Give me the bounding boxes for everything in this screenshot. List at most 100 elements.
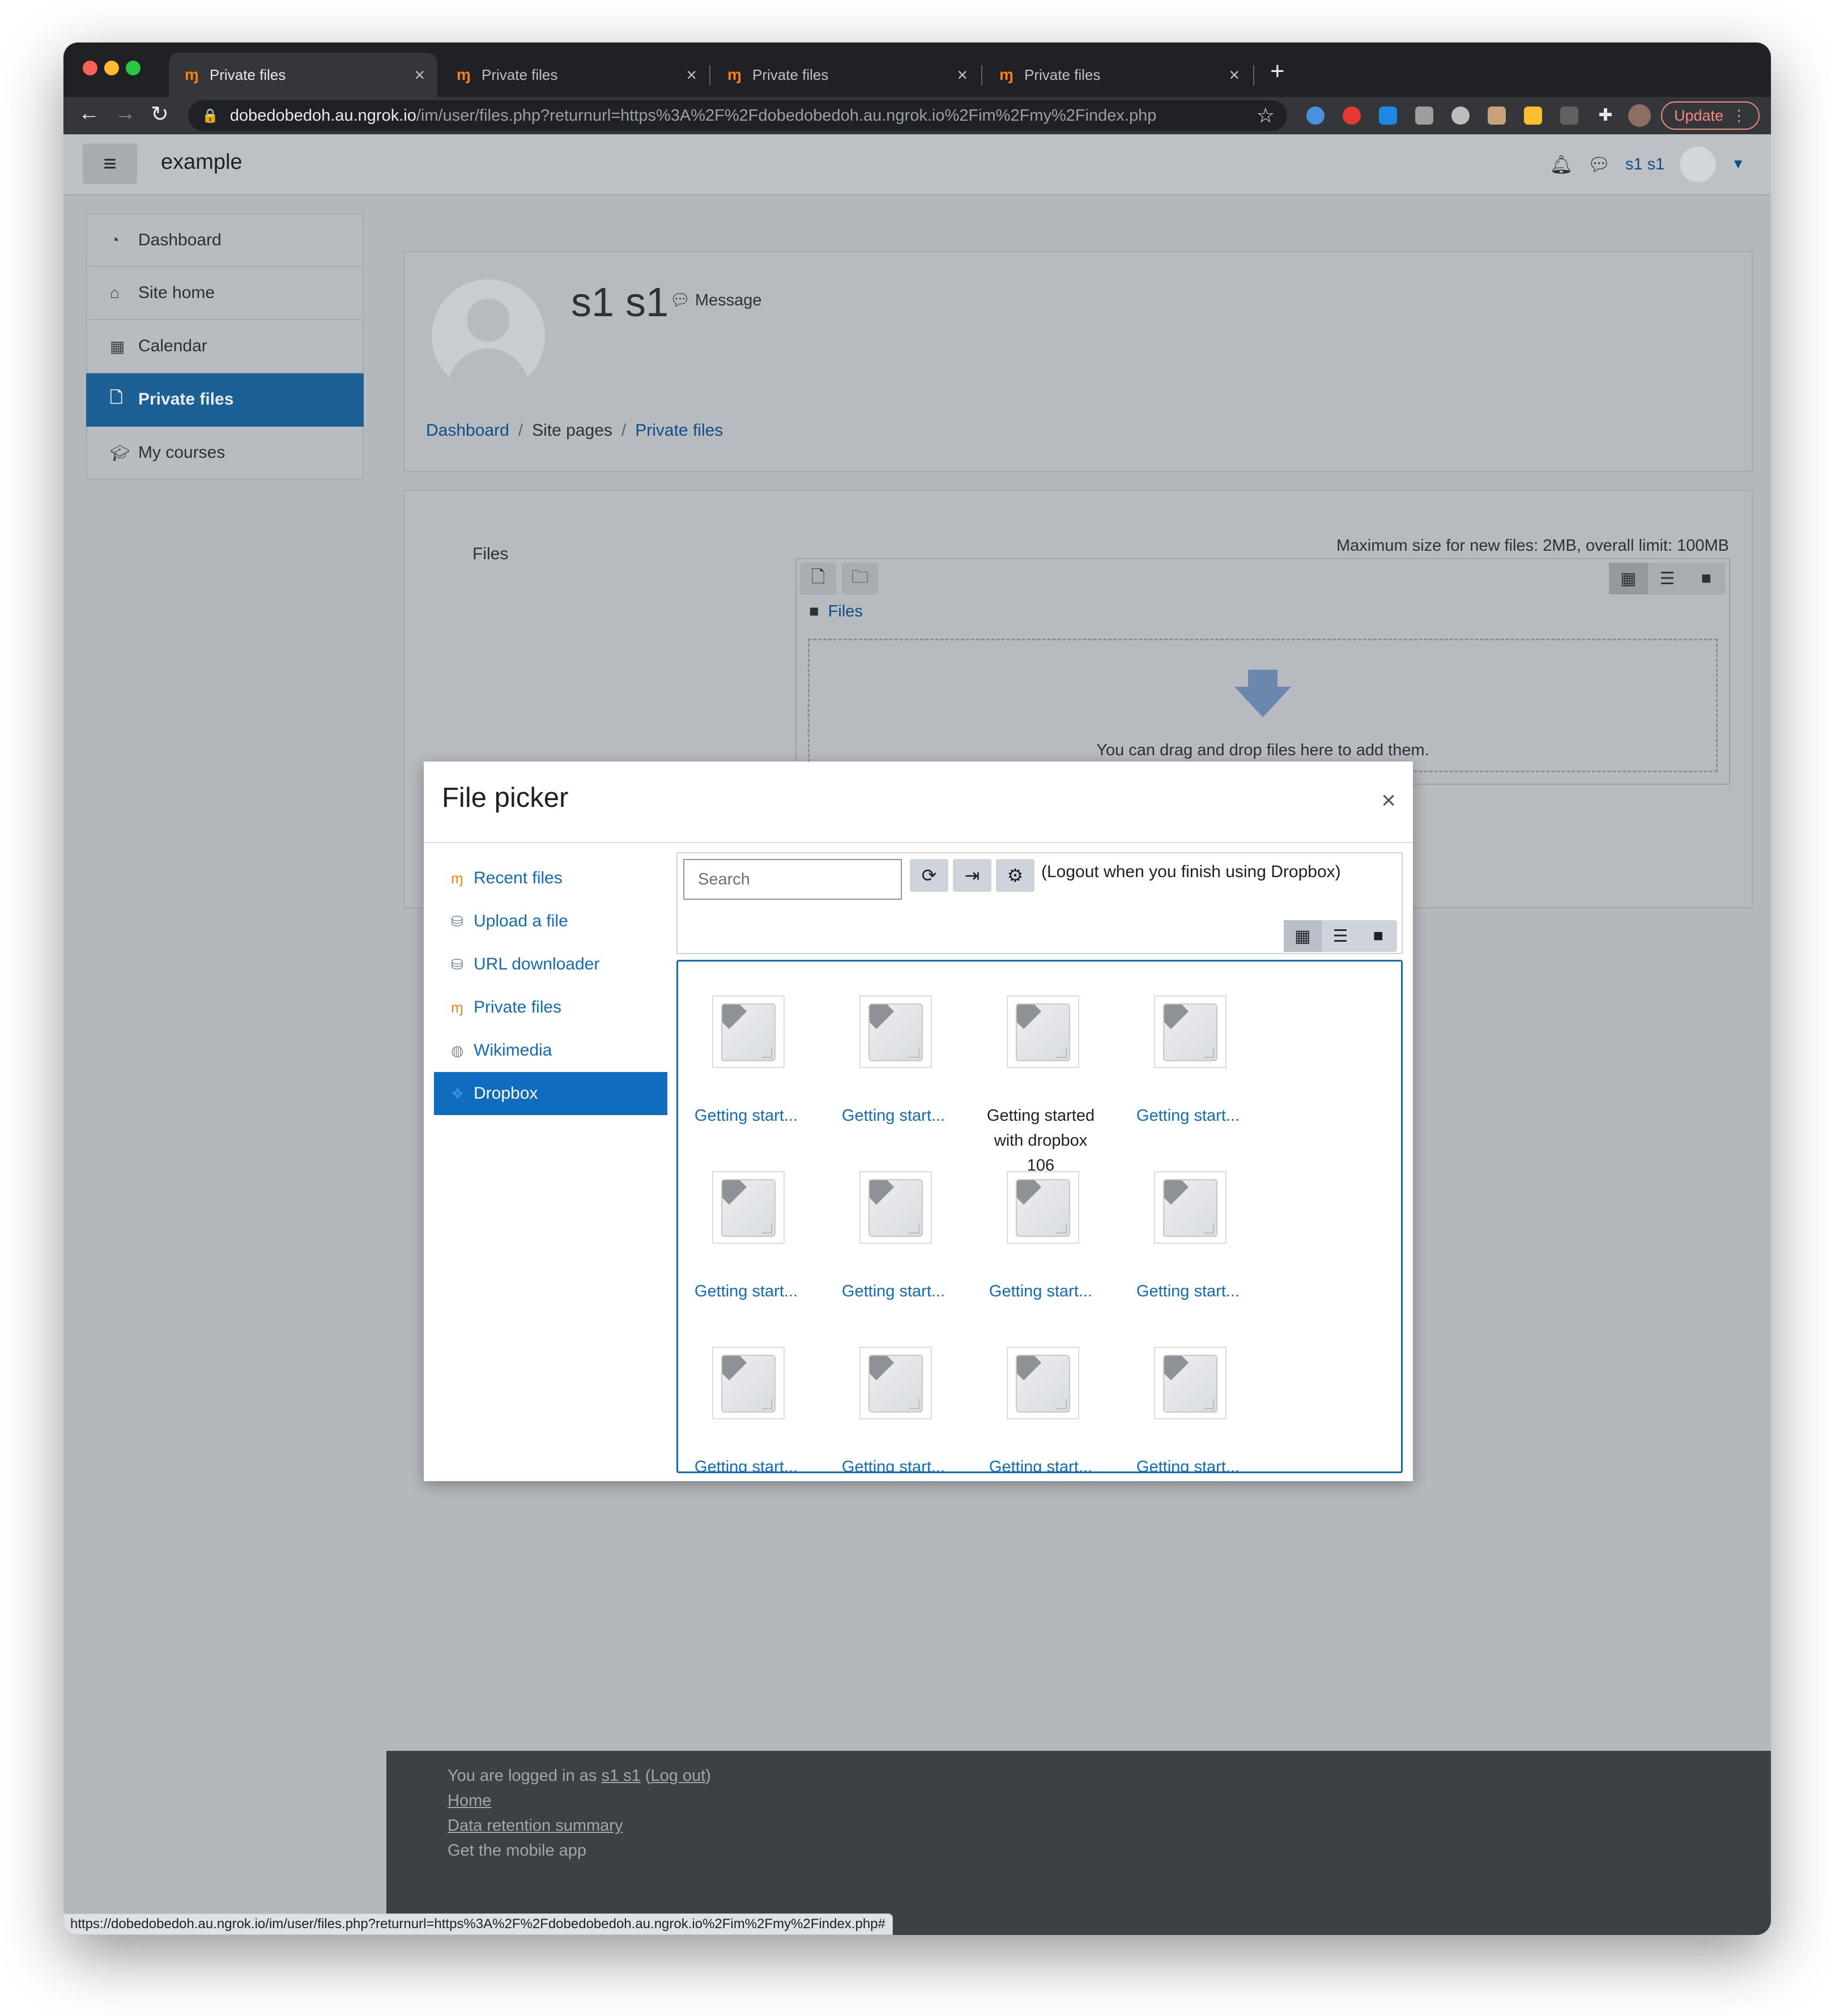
- page-footer: You are logged in as s1 s1 (Log out) Hom…: [386, 1751, 1771, 1935]
- file-picker-dialog: File picker × ɱ Recent files ⛁ Upload a fi…: [424, 762, 1413, 1481]
- message-button[interactable]: 💬︎ Message: [670, 291, 762, 310]
- close-tab-icon[interactable]: ×: [957, 65, 968, 86]
- breadcrumb-site-pages: Site pages: [532, 421, 612, 440]
- tree-view-folder-icon[interactable]: ■: [1687, 563, 1726, 594]
- footer-data-retention-link[interactable]: Data retention summary: [448, 1817, 623, 1835]
- file-thumbnail: [712, 1347, 785, 1419]
- chat-bubble-icon[interactable]: 💬︎: [1587, 154, 1611, 175]
- repo-wikimedia[interactable]: ◍ Wikimedia: [434, 1029, 667, 1072]
- update-button[interactable]: Update ⋮: [1661, 101, 1760, 130]
- site-name[interactable]: example: [161, 150, 242, 175]
- list-view-icon[interactable]: ☰: [1648, 563, 1687, 594]
- extension-icon-2[interactable]: [1343, 107, 1361, 125]
- refresh-button[interactable]: ⟳: [910, 859, 948, 892]
- repo-recent-files[interactable]: ɱ Recent files: [434, 857, 667, 900]
- file-icon: 🗋: [811, 567, 825, 586]
- file-thumbnail: [1007, 996, 1079, 1068]
- reload-icon[interactable]: ↻: [151, 101, 169, 127]
- extension-icon-4[interactable]: [1415, 107, 1433, 125]
- profile-avatar[interactable]: [1628, 104, 1651, 127]
- nav-item-private-files[interactable]: 🗋 Private files: [86, 373, 364, 427]
- nav-item-dashboard[interactable]: ◔ Dashboard: [86, 214, 364, 267]
- drop-zone[interactable]: You can drag and drop files here to add …: [808, 639, 1718, 772]
- drawer-toggle-button[interactable]: ≡: [83, 143, 137, 184]
- left-navigation: ◔ Dashboard ⌂ Site home ▦ Calendar 🗋 Private…: [86, 214, 364, 480]
- close-tab-icon[interactable]: ×: [414, 65, 425, 86]
- extension-icon-6[interactable]: [1488, 107, 1506, 125]
- breadcrumb-separator: /: [518, 421, 523, 440]
- minimize-window-button[interactable]: [104, 61, 119, 75]
- add-file-button[interactable]: 🗋: [800, 563, 836, 594]
- close-tab-icon[interactable]: ×: [686, 65, 697, 86]
- breadcrumb-dashboard[interactable]: Dashboard: [426, 421, 509, 440]
- user-avatar[interactable]: [1679, 146, 1717, 183]
- caret-down-icon[interactable]: ▼: [1731, 156, 1745, 172]
- moodle-icon: ɱ: [999, 66, 1014, 83]
- repo-url-downloader[interactable]: ⛁ URL downloader: [434, 943, 667, 986]
- extension-icon-5[interactable]: [1451, 107, 1470, 125]
- view-switcher: ▦ ☰ ■: [1609, 563, 1726, 594]
- breadcrumb-separator: /: [621, 421, 627, 440]
- logged-in-info: You are logged in as s1 s1 (Log out): [448, 1767, 711, 1785]
- footer-mobile-app-link[interactable]: Get the mobile app: [448, 1841, 586, 1860]
- extension-icon-7[interactable]: [1524, 107, 1542, 125]
- breadcrumb-private-files[interactable]: Private files: [635, 421, 723, 440]
- extension-icon-1[interactable]: [1306, 107, 1325, 125]
- tree-view-folder-icon[interactable]: ■: [1359, 920, 1397, 952]
- user-menu-name[interactable]: s1 s1: [1625, 155, 1664, 174]
- nav-item-my-courses[interactable]: 🎓︎ My courses: [86, 427, 364, 480]
- moodle-icon: ɱ: [451, 869, 463, 887]
- lock-icon: 🔒: [202, 108, 219, 124]
- page-header-card: s1 s1 💬︎ Message Dashboard / Site pages / Pr…: [403, 251, 1753, 472]
- address-bar[interactable]: 🔒 dobedobedoh.au.ngrok.io/im/user/files.…: [188, 100, 1287, 131]
- close-window-button[interactable]: [83, 61, 97, 75]
- hamburger-icon: ≡: [103, 151, 117, 176]
- footer-user-link[interactable]: s1 s1: [601, 1767, 640, 1785]
- settings-button[interactable]: ⚙: [996, 859, 1034, 892]
- bell-icon[interactable]: 🔔︎: [1550, 154, 1573, 175]
- browser-window: ɱ Private files × ɱ Private files × ɱ Pr…: [63, 42, 1771, 1935]
- browser-tab-2[interactable]: ɱ Private files ×: [441, 53, 709, 97]
- repo-upload-a-file[interactable]: ⛁ Upload a file: [434, 900, 667, 943]
- tab-separator: [709, 65, 710, 86]
- search-input[interactable]: Search: [683, 859, 902, 900]
- path-files-link[interactable]: Files: [828, 602, 863, 620]
- nav-item-site-home[interactable]: ⌂ Site home: [86, 267, 364, 320]
- close-tab-icon[interactable]: ×: [1229, 65, 1240, 86]
- dialog-title: File picker: [442, 782, 569, 813]
- create-folder-button[interactable]: 🗀: [842, 563, 878, 594]
- view-switcher: ▦ ☰ ■: [1284, 920, 1397, 952]
- kebab-menu-icon: ⋮: [1731, 107, 1747, 124]
- back-arrow-icon[interactable]: ←: [78, 101, 100, 126]
- browser-toolbar: ← → ↻ 🔒 dobedobedoh.au.ngrok.io/im/user/…: [63, 97, 1771, 134]
- footer-logout-link[interactable]: Log out: [650, 1767, 705, 1785]
- extension-icon-8[interactable]: [1560, 107, 1578, 125]
- close-icon[interactable]: ×: [1381, 786, 1396, 815]
- list-view-icon[interactable]: ☰: [1322, 920, 1360, 952]
- forward-arrow-icon[interactable]: →: [114, 101, 136, 126]
- browser-tab-1[interactable]: ɱ Private files ×: [169, 53, 437, 97]
- sign-out-icon: ⇥: [964, 865, 980, 886]
- browser-tab-3[interactable]: ɱ Private files ×: [712, 53, 980, 97]
- new-tab-button[interactable]: +: [1270, 57, 1285, 86]
- file-thumbnail: [1154, 1171, 1227, 1244]
- files-label: Files: [472, 545, 509, 563]
- user-full-name: s1 s1: [571, 280, 669, 325]
- logout-button[interactable]: ⇥: [953, 859, 991, 892]
- repo-dropbox[interactable]: ❖ Dropbox: [434, 1072, 667, 1115]
- file-thumbnail: [859, 1171, 932, 1244]
- maximize-window-button[interactable]: [126, 61, 140, 75]
- moodle-icon: ɱ: [457, 66, 471, 83]
- grid-view-icon[interactable]: ▦: [1609, 563, 1648, 594]
- extension-icon-3[interactable]: [1379, 107, 1397, 125]
- file-picker-main: Search ⟳ ⇥ ⚙ (Logout when you finish usi…: [676, 852, 1403, 1473]
- bookmark-star-icon[interactable]: ☆: [1257, 104, 1275, 127]
- repository-list: ɱ Recent files ⛁ Upload a file ⛁ URL downlo…: [434, 857, 667, 1115]
- repo-private-files[interactable]: ɱ Private files: [434, 986, 667, 1029]
- puzzle-extensions-icon[interactable]: ✚: [1596, 107, 1615, 125]
- nav-item-calendar[interactable]: ▦ Calendar: [86, 320, 364, 373]
- footer-home-link[interactable]: Home: [448, 1792, 491, 1810]
- browser-tab-4[interactable]: ɱ Private files ×: [983, 53, 1252, 97]
- grid-view-icon[interactable]: ▦: [1284, 920, 1322, 952]
- tab-strip: ɱ Private files × ɱ Private files × ɱ Pr…: [63, 42, 1771, 97]
